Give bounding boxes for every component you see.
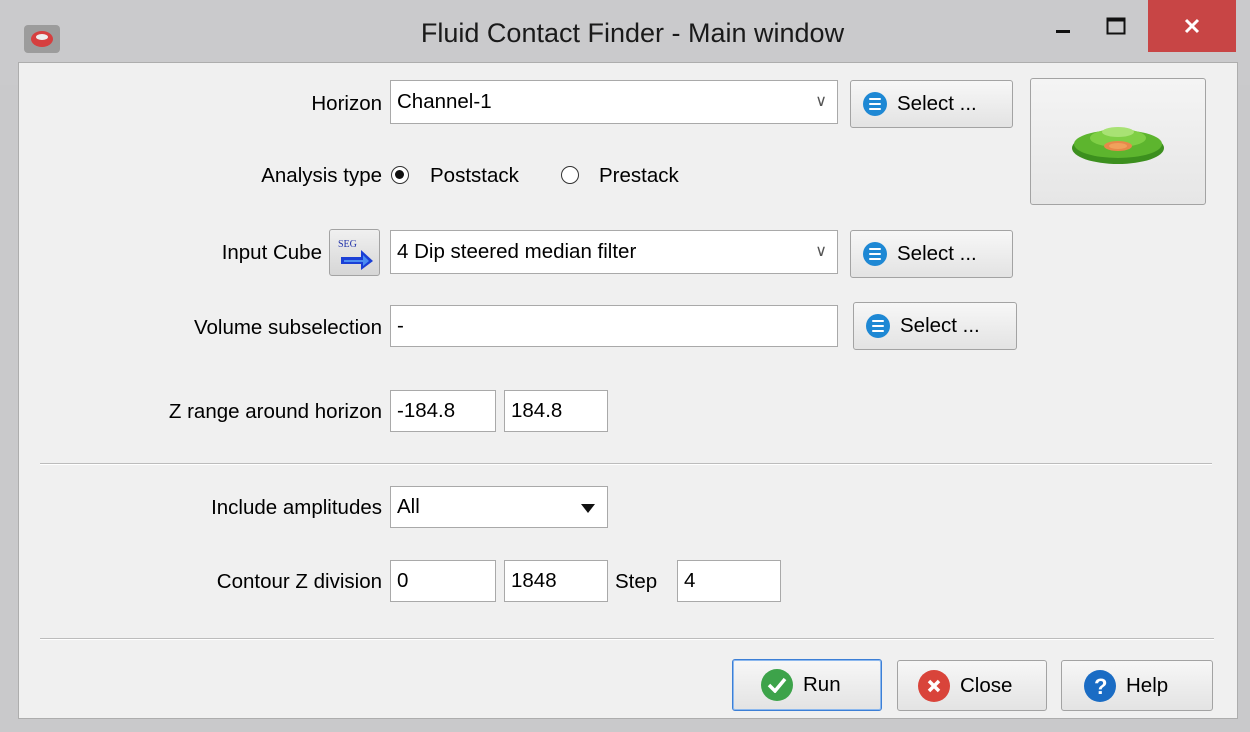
prestack-radio[interactable] bbox=[561, 166, 579, 184]
seg-import-button[interactable]: SEG bbox=[329, 229, 380, 276]
poststack-label[interactable]: Poststack bbox=[430, 164, 519, 188]
contour-start-input[interactable]: 0 bbox=[390, 560, 496, 602]
chevron-down-icon: ∨ bbox=[815, 93, 827, 110]
step-label: Step bbox=[615, 570, 658, 593]
horizon-select-label: Select ... bbox=[897, 92, 977, 115]
horizon-select-button[interactable]: Select ... bbox=[850, 80, 1013, 128]
close-icon bbox=[1184, 18, 1200, 34]
list-icon bbox=[863, 92, 887, 116]
contour-label: Contour Z division bbox=[216, 570, 382, 593]
volume-subselection-field[interactable]: - bbox=[390, 305, 838, 347]
close-button[interactable]: Close bbox=[897, 660, 1047, 711]
run-button[interactable]: Run bbox=[732, 659, 882, 711]
horizon-surface-icon bbox=[1072, 126, 1164, 164]
separator-highlight bbox=[40, 464, 1212, 465]
zrange-stop-input[interactable]: 184.8 bbox=[504, 390, 608, 432]
dropdown-triangle-icon bbox=[581, 504, 595, 513]
help-icon: ? bbox=[1084, 669, 1116, 702]
horizon-combo[interactable]: Channel-1 ∨ bbox=[390, 80, 838, 124]
close-window-button[interactable] bbox=[1148, 0, 1236, 52]
include-amplitudes-label: Include amplitudes bbox=[211, 496, 382, 519]
svg-text:?: ? bbox=[1094, 675, 1107, 697]
poststack-radio[interactable] bbox=[391, 166, 409, 184]
volume-subselection-label: Volume subselection bbox=[193, 316, 382, 339]
analysis-type-label: Analysis type bbox=[261, 164, 382, 187]
seg-icon-text: SEG bbox=[338, 239, 357, 250]
zrange-label: Z range around horizon bbox=[168, 400, 382, 423]
horizon-value: Channel-1 bbox=[397, 90, 492, 113]
input-cube-value: 4 Dip steered median filter bbox=[397, 240, 637, 263]
zrange-start-input[interactable]: -184.8 bbox=[390, 390, 496, 432]
check-icon bbox=[761, 669, 793, 701]
help-label: Help bbox=[1126, 673, 1169, 697]
horizon-picture-button[interactable] bbox=[1030, 78, 1206, 205]
main-window: Fluid Contact Finder - Main window Horiz… bbox=[0, 0, 1250, 732]
input-cube-select-button[interactable]: Select ... bbox=[850, 230, 1013, 278]
input-cube-label: Input Cube bbox=[221, 241, 322, 264]
input-cube-select-label: Select ... bbox=[897, 242, 977, 265]
volume-select-button[interactable]: Select ... bbox=[853, 302, 1017, 350]
include-amplitudes-value: All bbox=[397, 495, 420, 518]
volume-select-label: Select ... bbox=[900, 314, 980, 337]
maximize-icon bbox=[1106, 17, 1126, 35]
cancel-icon bbox=[918, 669, 950, 702]
contour-stop-input[interactable]: 1848 bbox=[504, 560, 608, 602]
maximize-button[interactable] bbox=[1090, 0, 1142, 52]
separator-highlight bbox=[40, 639, 1214, 640]
input-cube-combo[interactable]: 4 Dip steered median filter ∨ bbox=[390, 230, 838, 274]
step-input[interactable]: 4 bbox=[677, 560, 781, 602]
list-icon bbox=[866, 314, 890, 338]
run-label: Run bbox=[803, 673, 841, 696]
minimize-icon bbox=[1056, 30, 1070, 33]
minimize-button[interactable] bbox=[1040, 0, 1086, 52]
help-button[interactable]: ? Help bbox=[1061, 660, 1213, 711]
prestack-label[interactable]: Prestack bbox=[599, 164, 679, 188]
horizon-label: Horizon bbox=[311, 92, 382, 115]
seg-import-icon: SEG bbox=[338, 239, 373, 270]
include-amplitudes-select[interactable]: All bbox=[390, 486, 608, 528]
list-icon bbox=[863, 242, 887, 266]
close-label: Close bbox=[960, 673, 1013, 697]
chevron-down-icon: ∨ bbox=[815, 243, 827, 260]
